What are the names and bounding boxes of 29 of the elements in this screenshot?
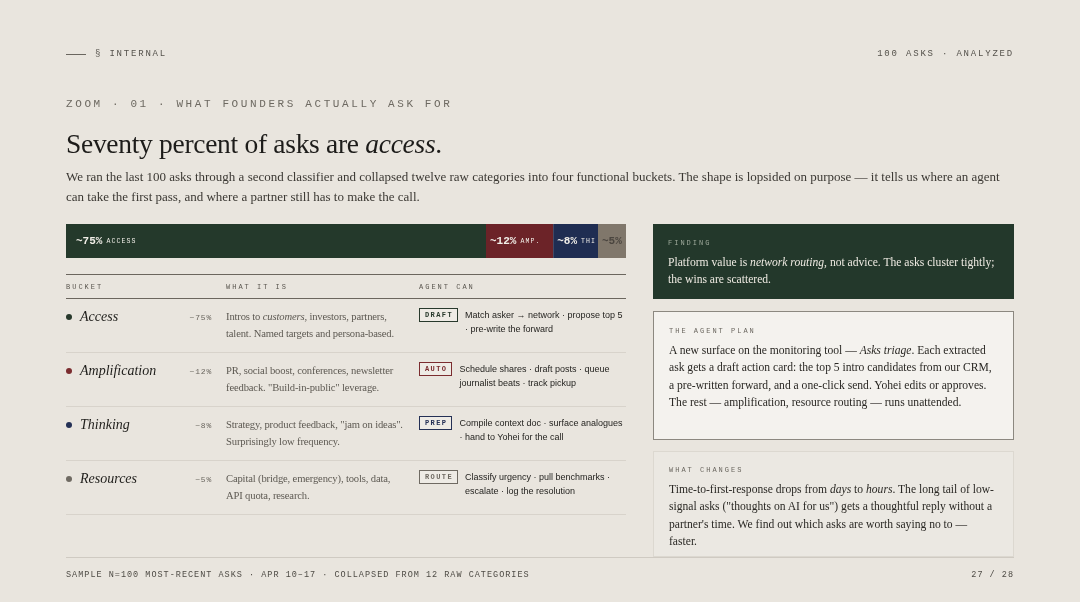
- bucket-description: Intros to customers, investors, partners, talent. Named targets and persona-based.: [226, 310, 395, 341]
- agent-actions: Schedule shares · draft posts · queue journalist beats · track pickup: [459, 363, 611, 390]
- bucket-name: Amplification: [80, 363, 157, 379]
- bucket-share: ~75%: [189, 312, 212, 322]
- bucket-description: PR, social boost, conferences, newsletter feedback. "Build-in-public" leverage.: [226, 364, 395, 395]
- section-label: § INTERNAL: [95, 49, 167, 59]
- card-text: A new surface on the monitoring tool — Asks triage. Each extracted ask gets a draft action card: the top 5 intro candidates from our CRM, a pre-written forward, and a one-click send. Yohei edits or approves. The rest — amplification, resource routing — runs unattended.: [669, 343, 993, 411]
- bucket-share: ~5%: [195, 474, 212, 484]
- bucket-share: ~8%: [195, 420, 212, 430]
- bucket-share: ~12%: [189, 366, 212, 376]
- segment-value: ~75%: [76, 235, 103, 247]
- segment-value: ~8%: [557, 235, 577, 247]
- bucket-name: Resources: [80, 471, 138, 487]
- card-text: Time-to-first-response drops from days to hours. The long tail of low-signal asks ("thoughts on AI for us") gets a thoughtful reply without a partner's time. We find out which asks are worth saying no to — faster.: [669, 482, 995, 550]
- bucket-description: Strategy, product feedback, "jam on ideas". Surprisingly low frequency.: [226, 418, 404, 449]
- intro-paragraph: We ran the last 100 asks through a second classifier and collapsed twelve raw categories into four functional buckets. The shape is lopsided on purpose — it tells us where an agent can take the first pass, and where a partner still has to make the call.: [66, 168, 1001, 206]
- page-number: 27 / 28: [971, 569, 1014, 582]
- agent-actions: Compile context doc · surface analogues · hand to Yohei for the call: [459, 417, 624, 444]
- footer-note: SAMPLE N=100 MOST-RECENT ASKS · APR 10–17 · COLLAPSED FROM 12 RAW CATEGORIES: [66, 569, 530, 582]
- headline: Seventy percent of asks are access.: [66, 128, 442, 160]
- agent-actions: Classify urgency · pull benchmarks · escalate · log the resolution: [465, 471, 612, 498]
- bucket-description: Capital (bridge, emergency), tools, data, API quota, research.: [226, 472, 392, 503]
- agent-actions: Match asker → network · propose top 5 · pre-write the forward: [465, 309, 624, 336]
- card-text: Platform value is network routing, not advice. The asks cluster tightly; the wins are scattered.: [668, 255, 996, 289]
- bucket-name: Thinking: [80, 417, 130, 433]
- bucket-name: Access: [80, 309, 119, 325]
- segment-value: ~12%: [490, 235, 517, 247]
- header-meta: 100 ASKS · ANALYZED: [877, 49, 1014, 59]
- kicker-text: ZOOM · 01 · WHAT FOUNDERS ACTUALLY ASK FOR: [66, 97, 453, 111]
